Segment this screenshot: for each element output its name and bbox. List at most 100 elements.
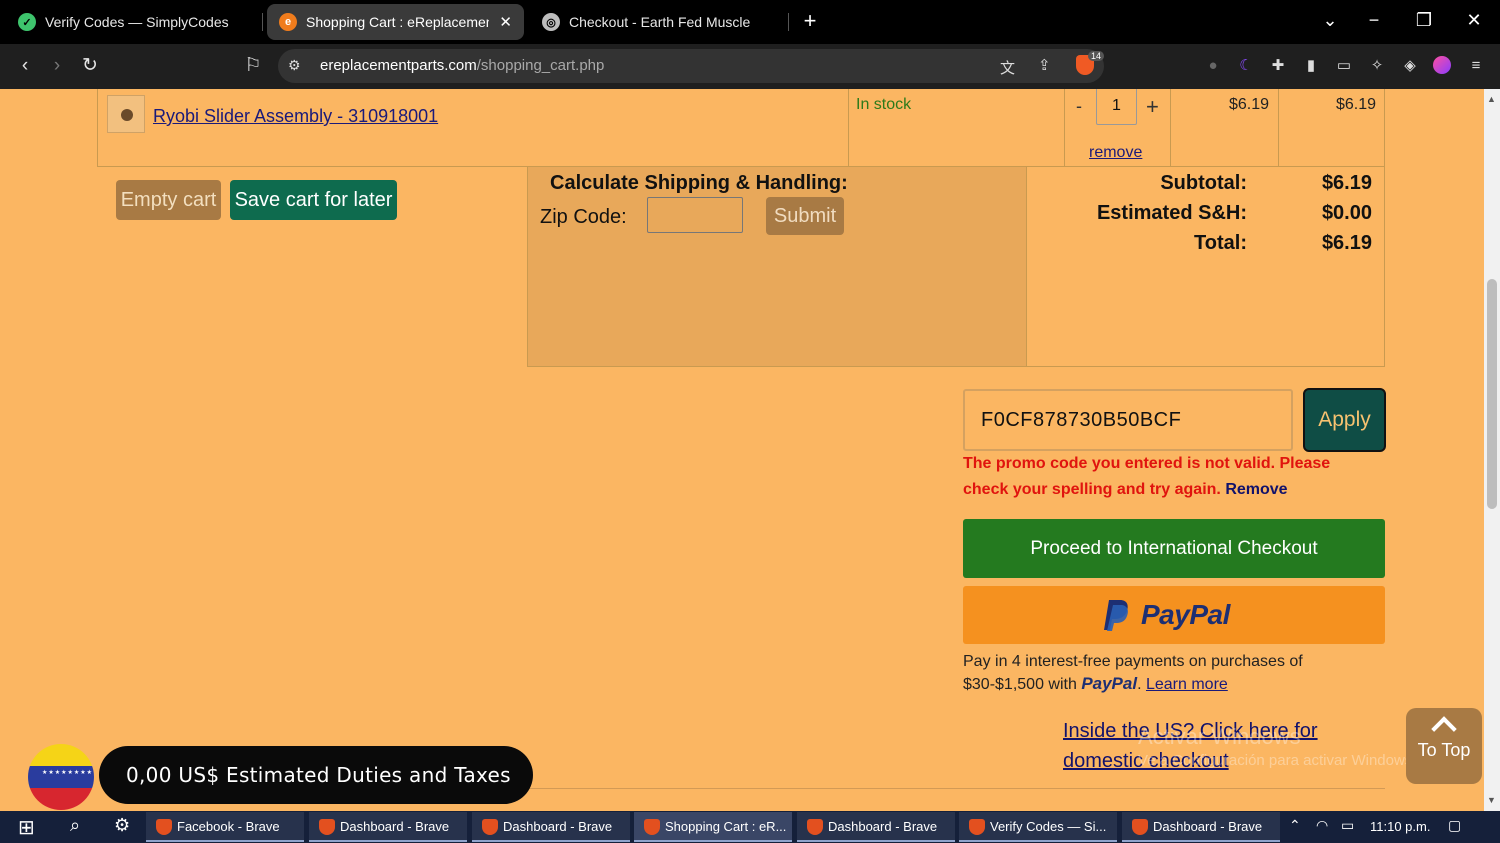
windows-activation-watermark: Activar Windows — [1138, 724, 1301, 749]
paylater-message: Pay in 4 interest-free payments on purch… — [963, 653, 1303, 693]
translate-icon[interactable]: 文 — [1000, 57, 1015, 78]
international-checkout-button[interactable]: Proceed to International Checkout — [963, 519, 1385, 578]
cart-item-row: Ryobi Slider Assembly - 310918001 In sto… — [97, 89, 1385, 167]
restore-button[interactable]: ❐ — [1412, 10, 1436, 31]
zip-code-input[interactable] — [647, 197, 743, 233]
shipping-handling-value: $0.00 — [1321, 202, 1372, 224]
site-settings-icon[interactable]: ⚙ — [288, 57, 301, 74]
shipping-submit-button[interactable]: Submit — [766, 197, 844, 235]
taskbar-item-dashboard-2[interactable]: Dashboard - Brave — [472, 812, 630, 842]
system-clock[interactable]: 11:10 p.m. — [1370, 819, 1430, 834]
leo-ai-icon[interactable]: ✧ — [1367, 56, 1387, 76]
line-total: $6.19 — [1336, 96, 1377, 113]
bookmark-icon[interactable]: ⚐ — [242, 55, 264, 77]
minimize-button[interactable]: − — [1362, 10, 1386, 31]
tab-verify-codes[interactable]: ✓ Verify Codes — SimplyCodes — [8, 4, 258, 40]
simplycodes-favicon-icon: ✓ — [18, 13, 36, 31]
globe-icon: ◎ — [542, 13, 560, 31]
menu-icon[interactable]: ≡ — [1466, 56, 1486, 76]
search-icon[interactable]: ⌕ — [70, 815, 80, 836]
brave-icon — [969, 819, 985, 835]
tab-list-chevron-icon[interactable]: ⌄ — [1318, 10, 1342, 31]
taskbar-item-shopping-cart[interactable]: Shopping Cart : eR... — [634, 812, 792, 842]
shield-badge: 14 — [1088, 51, 1105, 61]
page-scrollbar[interactable]: ▲ ▼ — [1484, 89, 1500, 811]
promo-error-message: The promo code you entered is not valid.… — [963, 455, 1331, 498]
scroll-down-icon[interactable]: ▼ — [1487, 795, 1496, 805]
estimated-duties-banner[interactable]: 0,00 US$ Estimated Duties and Taxes — [99, 746, 533, 804]
paypal-p-icon — [1104, 600, 1128, 631]
quantity-decrease-button[interactable]: - — [1076, 96, 1082, 117]
quantity-increase-button[interactable]: + — [1146, 94, 1159, 120]
wallet-icon[interactable]: ▭ — [1334, 56, 1354, 76]
ereplacementparts-favicon-icon: e — [279, 13, 297, 31]
sidebar-icon[interactable]: ▮ — [1301, 56, 1321, 76]
tab-title: Verify Codes — SimplyCodes — [45, 14, 229, 30]
windows-activation-subtext: Ve a Configuración para activar Windows. — [1138, 752, 1417, 769]
start-menu-icon[interactable]: ⊞ — [18, 815, 35, 840]
tab-checkout-earth-fed[interactable]: ◎ Checkout - Earth Fed Muscle — [532, 4, 782, 40]
close-window-button[interactable]: ✕ — [1462, 10, 1486, 31]
zip-code-label: Zip Code: — [540, 206, 627, 228]
browser-toolbar: ‹ › ↻ ⚐ ⚙ ereplacementparts.com/shopping… — [0, 44, 1500, 89]
page-content: Ryobi Slider Assembly - 310918001 In sto… — [0, 89, 1484, 811]
extensions-puzzle-icon[interactable]: ✚ — [1268, 56, 1288, 76]
taskbar-item-facebook[interactable]: Facebook - Brave — [146, 812, 304, 842]
vpn-shield-icon[interactable]: ◈ — [1400, 56, 1420, 76]
remove-promo-link[interactable]: Remove — [1225, 481, 1287, 498]
brave-icon — [1132, 819, 1148, 835]
taskbar-item-dashboard-3[interactable]: Dashboard - Brave — [797, 812, 955, 842]
tab-shopping-cart[interactable]: e Shopping Cart : eReplacementP ✕ — [267, 4, 524, 40]
dark-mode-moon-icon[interactable]: ☾ — [1236, 56, 1256, 76]
settings-gear-icon[interactable]: ⚙ — [114, 815, 130, 836]
quantity-input[interactable]: 1 — [1096, 89, 1137, 125]
unit-price: $6.19 — [1229, 96, 1270, 113]
wifi-icon[interactable]: ◠ — [1316, 817, 1328, 834]
close-tab-icon[interactable]: ✕ — [499, 13, 512, 31]
total-label: Total: — [1194, 232, 1247, 254]
network-icon[interactable]: ▭ — [1341, 817, 1354, 834]
brave-icon — [807, 819, 823, 835]
browser-tab-bar: ✓ Verify Codes — SimplyCodes e Shopping … — [0, 0, 1500, 44]
total-value: $6.19 — [1321, 232, 1372, 254]
subtotal-value: $6.19 — [1321, 172, 1372, 194]
product-thumbnail[interactable] — [107, 95, 145, 133]
notifications-icon[interactable]: ▢ — [1448, 817, 1461, 834]
empty-cart-button[interactable]: Empty cart — [116, 180, 221, 220]
taskbar-item-dashboard-1[interactable]: Dashboard - Brave — [309, 812, 467, 842]
taskbar-item-verify-codes[interactable]: Verify Codes — Si... — [959, 812, 1117, 842]
back-to-top-button[interactable]: To Top — [1406, 708, 1482, 784]
taskbar-item-dashboard-4[interactable]: Dashboard - Brave — [1122, 812, 1280, 842]
shipping-title: Calculate Shipping & Handling: — [550, 172, 848, 194]
brave-icon — [319, 819, 335, 835]
scroll-up-icon[interactable]: ▲ — [1487, 94, 1496, 104]
profile-avatar-icon[interactable] — [1433, 56, 1453, 76]
brave-icon — [156, 819, 172, 835]
remove-item-link[interactable]: remove — [1089, 144, 1142, 162]
shipping-calculator: Calculate Shipping & Handling: Zip Code:… — [527, 167, 1027, 367]
windows-taskbar: ⊞ ⌕ ⚙ Facebook - Brave Dashboard - Brave… — [0, 811, 1500, 843]
product-name-link[interactable]: Ryobi Slider Assembly - 310918001 — [153, 106, 438, 127]
divider — [527, 788, 1385, 789]
paypal-logo: PayPal — [1103, 598, 1230, 632]
tray-chevron-up-icon[interactable]: ⌃ — [1289, 817, 1301, 834]
promo-code-input[interactable]: F0CF878730B50BCF — [963, 389, 1293, 451]
learn-more-link[interactable]: Learn more — [1146, 676, 1228, 693]
chevron-up-icon — [1431, 716, 1457, 742]
reload-button[interactable]: ↻ — [79, 55, 101, 77]
tab-title: Shopping Cart : eReplacementP — [306, 14, 489, 30]
subtotal-label: Subtotal: — [1160, 172, 1247, 194]
forward-button[interactable]: › — [46, 55, 68, 77]
extension-robot-icon[interactable]: ● — [1203, 56, 1223, 76]
new-tab-button[interactable]: + — [798, 8, 822, 34]
scrollbar-thumb[interactable] — [1487, 279, 1497, 509]
venezuela-flag-icon[interactable]: ★★★★★★★★ — [28, 744, 94, 810]
address-bar[interactable]: ⚙ ereplacementparts.com/shopping_cart.ph… — [278, 49, 1105, 83]
save-cart-button[interactable]: Save cart for later — [230, 180, 397, 220]
paypal-checkout-button[interactable]: PayPal — [963, 586, 1385, 644]
back-button[interactable]: ‹ — [14, 55, 36, 77]
url-text: ereplacementparts.com/shopping_cart.php — [320, 57, 605, 74]
paypal-inline-logo: PayPal — [1081, 674, 1138, 693]
apply-promo-button[interactable]: Apply — [1303, 388, 1386, 452]
share-icon[interactable]: ⇪ — [1038, 56, 1051, 74]
